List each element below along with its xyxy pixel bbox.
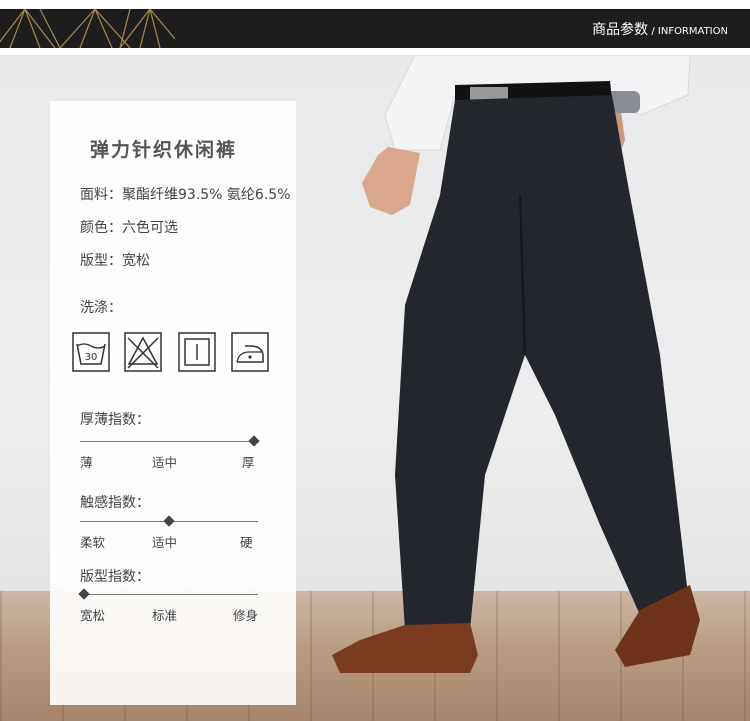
wash-temp: 30 <box>85 352 98 363</box>
scale-label: 版型指数： <box>80 569 150 585</box>
product-photo: 弹力针织休闲裤 面料：聚酯纤维93.5% 氨纶6.5% 颜色：六色可选 版型：宽… <box>0 55 750 721</box>
scale-track <box>80 441 258 442</box>
wash-30-icon: 30 <box>72 332 110 372</box>
iron-icon <box>231 332 269 372</box>
no-bleach-icon <box>124 332 162 372</box>
scale-tick: 厚 <box>242 455 255 470</box>
section-title-en: / INFORMATION <box>648 26 728 37</box>
left-hand <box>362 147 420 215</box>
gold-geometric-pattern-icon <box>0 9 175 48</box>
wash-icons: 30 <box>72 332 272 374</box>
info-card: 弹力针织休闲裤 面料：聚酯纤维93.5% 氨纶6.5% 颜色：六色可选 版型：宽… <box>50 101 296 705</box>
scale-tick: 修身 <box>233 608 259 623</box>
spec-key: 颜色 <box>80 220 108 236</box>
scale-label: 厚薄指数： <box>80 412 150 428</box>
scale-track <box>80 594 258 595</box>
product-name: 弹力针织休闲裤 <box>90 139 238 161</box>
scale-tick: 适中 <box>152 535 178 550</box>
spec-value: 宽松 <box>122 253 150 269</box>
scale-marker <box>248 435 260 447</box>
section-title: 商品参数 / INFORMATION <box>592 9 728 48</box>
line-dry-icon <box>178 332 216 372</box>
wash-label: 洗涤： <box>80 300 122 316</box>
left-shoe <box>332 623 478 673</box>
spec-key: 版型 <box>80 253 108 269</box>
spec-row-fit: 版型：宽松 <box>80 253 150 269</box>
spec-key: 面料 <box>80 187 108 203</box>
spec-row-fabric: 面料：聚酯纤维93.5% 氨纶6.5% <box>80 187 291 203</box>
scale-tick: 硬 <box>240 535 253 550</box>
section-title-zh: 商品参数 <box>592 22 649 38</box>
scale-label: 触感指数： <box>80 495 150 511</box>
scale-tick: 适中 <box>152 455 178 470</box>
spec-value: 聚酯纤维93.5% 氨纶6.5% <box>122 187 291 203</box>
pants <box>395 95 688 630</box>
header-bar: 商品参数 / INFORMATION <box>0 9 750 48</box>
spec-value: 六色可选 <box>122 220 178 236</box>
scale-tick: 宽松 <box>80 608 106 623</box>
spec-row-color: 颜色：六色可选 <box>80 220 178 236</box>
scale-tick: 柔软 <box>80 535 106 550</box>
scale-marker <box>163 515 175 527</box>
scale-marker <box>78 588 90 600</box>
scale-tick: 标准 <box>152 608 178 623</box>
scale-tick: 薄 <box>80 455 93 470</box>
